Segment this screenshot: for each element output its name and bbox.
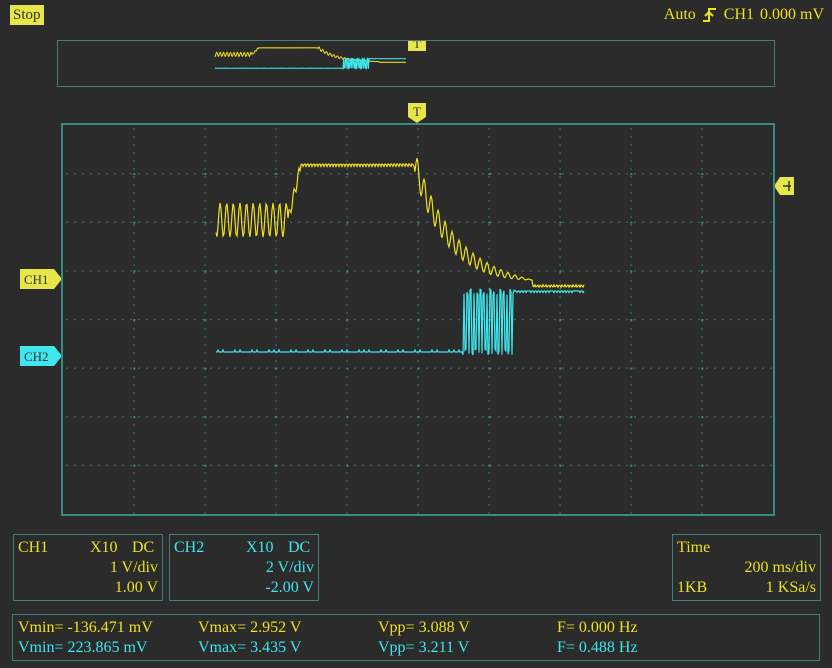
waveform-canvas: [66, 128, 772, 514]
ch1-waveform: [215, 157, 585, 289]
trigger-level-marker[interactable]: [774, 177, 794, 195]
ch1-position-marker[interactable]: CH1: [20, 269, 62, 289]
ch2-panel-name: CH2: [174, 539, 205, 556]
memory-overview[interactable]: T: [57, 40, 775, 87]
ch2-scale: 2 V/div: [265, 559, 314, 576]
trigger-source: CH1: [723, 6, 754, 23]
trigger-level: 0.000 mV: [760, 6, 824, 23]
ch1-panel-name: CH1: [18, 539, 49, 556]
ch1-coupling: DC: [132, 539, 155, 556]
ch2-settings-panel[interactable]: CH2 X10 DC 2 V/div -2.00 V: [169, 534, 319, 601]
trigger-position-marker[interactable]: T: [408, 103, 426, 123]
ch1-vmin: Vmin= -136.471 mV: [18, 619, 153, 636]
ch2-frequency: F= 0.488 Hz: [557, 639, 638, 656]
ch2-probe: X10: [246, 539, 274, 556]
ch1-settings-panel[interactable]: CH1 X10 DC 1 V/div 1.00 V: [13, 534, 163, 601]
sample-rate: 1 KSa/s: [765, 579, 816, 596]
ch1-vmax: Vmax= 2.952 V: [198, 619, 302, 636]
ch1-scale: 1 V/div: [109, 559, 158, 576]
graticule: [66, 128, 772, 514]
rising-edge-icon: [702, 8, 716, 22]
ch1-vpp: Vpp= 3.088 V: [378, 619, 470, 636]
ch2-coupling: DC: [288, 539, 311, 556]
svg-text:T: T: [413, 41, 421, 51]
trigger-status[interactable]: Auto CH1 0.000 mV: [664, 5, 824, 25]
overview-waveforms: T: [214, 41, 426, 70]
svg-text:T: T: [413, 104, 421, 119]
ch2-position-marker[interactable]: CH2: [20, 346, 62, 366]
ch2-vmax: Vmax= 3.435 V: [198, 639, 302, 656]
ch2-vpp: Vpp= 3.211 V: [378, 639, 470, 656]
ch1-frequency: F= 0.000 Hz: [557, 619, 638, 636]
measurements-panel[interactable]: Vmin= -136.471 mV Vmax= 2.952 V Vpp= 3.0…: [12, 614, 820, 661]
ch2-waveform: [216, 287, 585, 356]
ch2-vmin: Vmin= 223.865 mV: [18, 639, 148, 656]
timebase-panel[interactable]: Time 200 ms/div 1KB 1 KSa/s: [672, 534, 821, 601]
ch1-offset: 1.00 V: [114, 579, 158, 596]
ch1-probe: X10: [90, 539, 118, 556]
run-stop-button[interactable]: Stop: [10, 5, 44, 25]
svg-text:CH2: CH2: [24, 349, 49, 364]
time-panel-title: Time: [677, 539, 711, 556]
waveform-display[interactable]: [61, 123, 775, 516]
trigger-mode: Auto: [663, 6, 696, 23]
timebase-value: 200 ms/div: [744, 559, 816, 576]
memory-depth: 1KB: [677, 579, 708, 596]
svg-text:CH1: CH1: [24, 272, 49, 287]
ch2-offset: -2.00 V: [265, 579, 314, 596]
